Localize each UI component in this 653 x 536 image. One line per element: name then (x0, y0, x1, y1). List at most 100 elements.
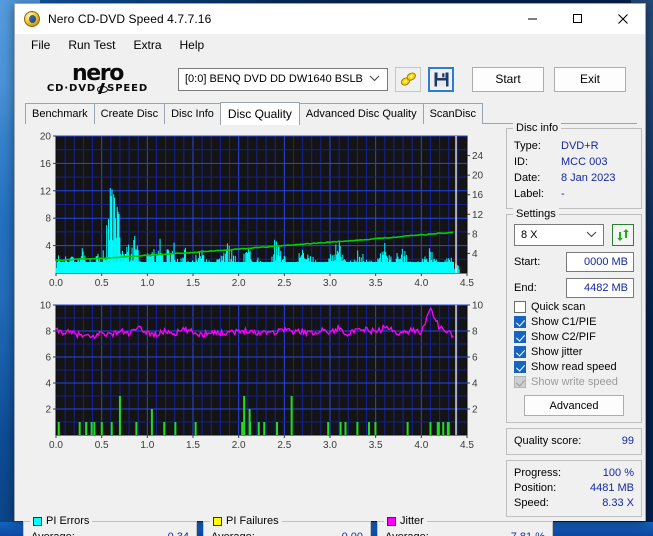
svg-text:3.0: 3.0 (323, 440, 337, 451)
speed-value: 8.33 X (602, 497, 634, 509)
svg-text:0.5: 0.5 (95, 278, 109, 289)
disc-info-group: Disc info Type: DVD+R ID: MCC 003 Date: … (506, 122, 642, 209)
pi-failures-stats-group: PI Failures Average: 0.00 Maximum: 3 Tot… (203, 515, 371, 536)
svg-text:3.0: 3.0 (323, 278, 337, 289)
end-label: End: (514, 282, 537, 294)
window-title: Nero CD-DVD Speed 4.7.7.16 (48, 11, 212, 26)
show-c1-pie-checkbox[interactable] (514, 316, 526, 328)
pi-failures-title-text: PI Failures (226, 515, 279, 527)
refresh-button[interactable] (612, 224, 634, 246)
svg-text:2: 2 (472, 405, 478, 416)
svg-text:8: 8 (45, 214, 51, 225)
disc-info-value-type: DVD+R (561, 140, 599, 152)
pi-errors-average-row: Average: 0.34 (31, 530, 189, 536)
jitter-pif-chart: 2 4 6 8 10 2 4 6 8 10 0.0 0.5 1.0 1.5 2.0 2.5 3.0 3.5 4.0 4… (23, 297, 500, 455)
pi-failures-average-row: Average: 0.00 (211, 530, 363, 536)
settings-title: Settings (513, 208, 559, 220)
menu-extra[interactable]: Extra (125, 36, 169, 54)
jitter-color-swatch (387, 516, 396, 526)
checkbox-row-show-write-speed: Show write speed (514, 376, 634, 388)
show-read-speed-checkbox[interactable] (514, 361, 526, 373)
svg-text:1.0: 1.0 (140, 440, 154, 451)
jitter-average-label: Average: (385, 530, 429, 536)
quality-score-value: 99 (621, 435, 634, 447)
svg-text:4.5: 4.5 (460, 278, 474, 289)
settings-group: Settings 8 X Start: 0000 MB End: 4482 MB… (506, 208, 642, 423)
drive-select[interactable]: [0:0] BENQ DVD DD DW1640 BSLB (178, 67, 388, 91)
checkbox-row-show-read-speed[interactable]: Show read speed (514, 361, 634, 373)
pi-errors-stats-group: PI Errors Average: 0.34 Maximum: 12 Tota… (23, 515, 197, 536)
svg-text:6: 6 (45, 353, 51, 364)
jitter-title-text: Jitter (400, 515, 424, 527)
speed-select[interactable]: 8 X (514, 224, 604, 246)
svg-text:2: 2 (45, 405, 51, 416)
quick-scan-checkbox[interactable] (514, 301, 526, 313)
quality-score-label: Quality score: (514, 435, 582, 447)
tab-create-disc[interactable]: Create Disc (93, 103, 166, 124)
tab-benchmark[interactable]: Benchmark (25, 103, 95, 124)
tab-scandisc[interactable]: ScanDisc (422, 103, 484, 124)
speed-row: Speed: 8.33 X (514, 496, 634, 511)
svg-text:4.5: 4.5 (460, 440, 474, 451)
tab-advanced-disc-quality[interactable]: Advanced Disc Quality (298, 103, 424, 124)
exit-button[interactable]: Exit (554, 66, 626, 92)
show-jitter-label: Show jitter (531, 346, 583, 358)
svg-text:2.0: 2.0 (232, 440, 246, 451)
quick-scan-label: Quick scan (531, 301, 586, 313)
end-field-row: End: 4482 MB (514, 278, 634, 298)
maximize-button[interactable] (555, 4, 600, 34)
advanced-button[interactable]: Advanced (524, 395, 624, 416)
progress-label: Progress: (514, 467, 562, 479)
svg-text:12: 12 (40, 186, 52, 197)
svg-text:0.0: 0.0 (49, 440, 63, 451)
logo-sub-left: CD·DVD (46, 83, 97, 94)
disc-info-title: Disc info (513, 122, 562, 134)
start-input[interactable]: 0000 MB (566, 252, 634, 272)
tabstrip: Benchmark Create Disc Disc Info Disc Qua… (15, 102, 645, 125)
svg-text:1.0: 1.0 (140, 278, 154, 289)
nero-logo: nero CD·DVD SPEED (25, 63, 170, 95)
menu-run-test[interactable]: Run Test (60, 36, 123, 54)
svg-text:2.5: 2.5 (277, 278, 291, 289)
pi-failures-average-label: Average: (211, 530, 255, 536)
checkbox-row-show-c2-pif[interactable]: Show C2/PIF (514, 331, 634, 343)
show-jitter-checkbox[interactable] (514, 346, 526, 358)
svg-text:4.0: 4.0 (414, 278, 428, 289)
svg-text:12: 12 (472, 210, 484, 221)
charts-column: 4 8 12 16 20 4 8 12 16 20 24 0.0 0.5 1.0 1.5 2.0 2.5 3.0 3… (23, 128, 500, 517)
start-field-row: Start: 0000 MB (514, 252, 634, 272)
jitter-average-value: 7.81 % (511, 530, 545, 536)
checkbox-row-show-c1-pie[interactable]: Show C1/PIE (514, 316, 634, 328)
svg-text:1.5: 1.5 (186, 278, 200, 289)
save-button[interactable] (428, 66, 454, 92)
svg-text:0.5: 0.5 (95, 440, 109, 451)
show-c1-pie-label: Show C1/PIE (531, 316, 597, 328)
tab-disc-quality[interactable]: Disc Quality (219, 102, 300, 125)
show-write-speed-label: Show write speed (531, 376, 618, 388)
disc-info-value-date: 8 Jan 2023 (561, 172, 616, 184)
menu-file[interactable]: File (23, 36, 58, 54)
chevron-down-icon (586, 229, 597, 241)
logo-disc-icon (97, 83, 109, 94)
pi-errors-title-text: PI Errors (46, 515, 90, 527)
window-controls (510, 4, 645, 34)
tab-disc-info[interactable]: Disc Info (164, 103, 221, 124)
checkbox-row-quick-scan[interactable]: Quick scan (514, 301, 634, 313)
disc-info-row-label: Label: - (514, 186, 634, 202)
menu-help[interactable]: Help (172, 36, 213, 54)
progress-row: Progress: 100 % (514, 466, 634, 481)
toolbar: nero CD·DVD SPEED [0:0] BENQ DVD DD DW16… (15, 56, 645, 102)
start-button[interactable]: Start (472, 66, 544, 92)
nero-cd-dvd-speed-window: Nero CD-DVD Speed 4.7.7.16 File Run Test… (14, 3, 646, 536)
position-value: 4481 MB (589, 482, 634, 494)
disc-info-key-date: Date: (514, 172, 541, 184)
pi-errors-stats-title: PI Errors (30, 515, 93, 527)
minimize-button[interactable] (510, 4, 555, 34)
end-input[interactable]: 4482 MB (566, 278, 634, 298)
disc-speed-button[interactable] (395, 66, 421, 92)
close-button[interactable] (600, 4, 645, 34)
checkbox-row-show-jitter[interactable]: Show jitter (514, 346, 634, 358)
pi-failures-stats-title: PI Failures (210, 515, 282, 527)
show-c2-pif-checkbox[interactable] (514, 331, 526, 343)
svg-text:10: 10 (472, 301, 484, 312)
